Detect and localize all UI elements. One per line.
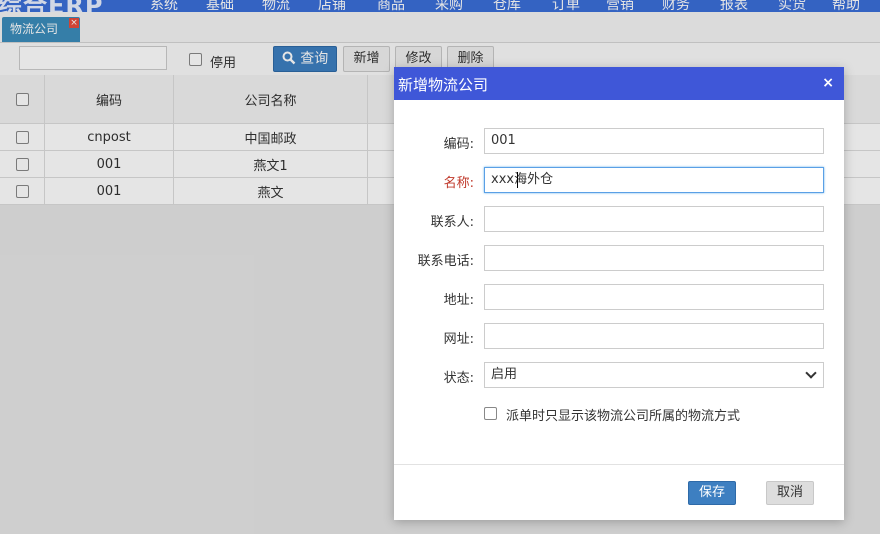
website-label: 网址: <box>443 332 474 347</box>
status-selected-value: 启用 <box>491 367 518 382</box>
address-label: 地址: <box>443 293 474 308</box>
phone-input[interactable] <box>484 245 824 271</box>
dialog-title: 新增物流公司 <box>398 76 489 94</box>
text-caret <box>517 172 518 188</box>
phone-label: 联系电话: <box>417 254 474 269</box>
contact-label: 联系人: <box>430 215 474 230</box>
status-select[interactable]: 启用 <box>484 362 824 388</box>
address-input[interactable] <box>484 284 824 310</box>
dialog-header: 新增物流公司 × <box>394 67 844 100</box>
dialog-divider <box>394 464 844 465</box>
status-label: 状态: <box>443 371 474 386</box>
only-show-methods-checkbox[interactable] <box>484 407 497 420</box>
name-label: 名称: <box>443 176 474 191</box>
contact-input[interactable] <box>484 206 824 232</box>
code-input[interactable]: 001 <box>484 128 824 154</box>
chevron-down-icon <box>805 367 817 379</box>
name-input[interactable]: xxx海外仓 <box>484 167 824 193</box>
add-logistics-company-dialog: 新增物流公司 × 编码: 001 名称: xxx海外仓 联系人: 联系电话: 地… <box>394 67 844 520</box>
website-input[interactable] <box>484 323 824 349</box>
close-icon[interactable]: × <box>822 75 834 91</box>
save-button[interactable]: 保存 <box>688 481 736 505</box>
name-input-value: xxx海外仓 <box>491 172 554 187</box>
code-label: 编码: <box>443 137 474 152</box>
cancel-button[interactable]: 取消 <box>766 481 814 505</box>
only-show-methods-label: 派单时只显示该物流公司所属的物流方式 <box>506 409 741 424</box>
